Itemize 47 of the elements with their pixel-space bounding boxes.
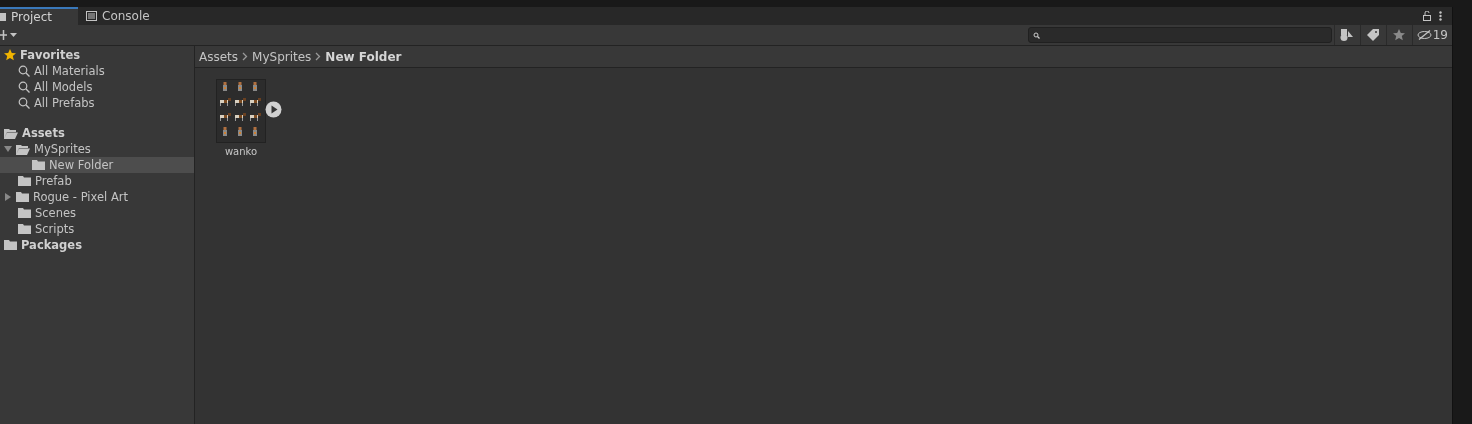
lock-icon[interactable] [1423, 11, 1431, 21]
search-icon [18, 97, 30, 109]
more-options-icon[interactable] [1439, 11, 1442, 21]
tree-item[interactable]: New Folder [0, 157, 194, 173]
tree-item[interactable]: Scenes [0, 205, 194, 221]
panel-tab[interactable]: Project [0, 7, 78, 25]
search-icon [1032, 31, 1040, 39]
tree-item[interactable]: All Materials [0, 63, 194, 79]
tree-item[interactable]: Packages [0, 237, 194, 253]
panel-tab[interactable]: Console [78, 7, 168, 25]
open-folder-icon [16, 143, 30, 155]
shapes-icon [1340, 29, 1355, 41]
collapsed-arrow-icon[interactable] [4, 193, 12, 201]
folder-icon [32, 160, 45, 170]
folder-icon [0, 13, 6, 21]
tree-item[interactable]: All Models [0, 79, 194, 95]
tree-item[interactable]: Assets [0, 125, 194, 141]
folder-icon [18, 208, 31, 218]
tree-item[interactable]: All Prefabs [0, 95, 194, 111]
folder-icon [18, 224, 31, 234]
search-field[interactable] [1027, 27, 1332, 43]
search-icon [18, 65, 30, 77]
breadcrumb-item[interactable]: New Folder [325, 49, 402, 64]
expanded-arrow-icon[interactable] [4, 145, 12, 153]
tree-item[interactable]: MySprites [0, 141, 194, 157]
tree-item[interactable]: Prefab [0, 173, 194, 189]
console-icon [86, 11, 97, 21]
tree-item[interactable]: Scripts [0, 221, 194, 237]
breadcrumb-item[interactable]: MySprites [252, 49, 312, 64]
chevron-right-icon [242, 52, 249, 61]
play-icon[interactable] [265, 101, 282, 118]
chevron-right-icon [315, 52, 322, 61]
star-icon [1393, 29, 1406, 41]
star-icon [4, 49, 16, 61]
open-folder-icon [4, 127, 18, 139]
breadcrumb-item[interactable]: Assets [199, 49, 239, 64]
folder-icon [18, 176, 31, 186]
asset-name: wanko [224, 146, 258, 157]
search-icon [18, 81, 30, 93]
tree-item[interactable]: Rogue - Pixel Art [0, 189, 194, 205]
sprite-sheet-thumbnail[interactable] [216, 79, 266, 143]
eye-slash-icon [1416, 30, 1432, 40]
tag-icon [1367, 29, 1380, 41]
add-dropdown-icon[interactable] [0, 30, 18, 40]
tree-item[interactable]: Favorites [0, 47, 194, 63]
folder-icon [16, 192, 29, 202]
folder-icon [4, 240, 17, 250]
